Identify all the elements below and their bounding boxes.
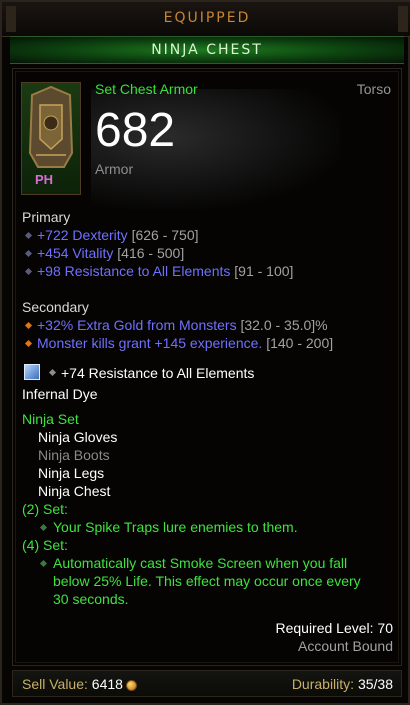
item-name: NINJA CHEST <box>151 42 263 58</box>
sell-value-label: Sell Value: <box>22 676 88 692</box>
durability: Durability: 35/38 <box>292 676 393 692</box>
set-bonus-text: 30 seconds. <box>53 591 129 607</box>
set-piece: Ninja Gloves <box>38 429 118 445</box>
set-bonus-label: (4) Set: <box>22 537 68 553</box>
secondary-stat: +32% Extra Gold from Monsters [32.0 - 35… <box>37 317 328 333</box>
stat-range: [416 - 500] <box>117 245 185 261</box>
socket-stat: +74 Resistance to All Elements <box>61 365 255 381</box>
secondary-stat: Monster kills grant +145 experience. [14… <box>37 335 333 351</box>
sell-value: Sell Value: 6418 <box>22 676 137 692</box>
set-piece: Ninja Chest <box>38 483 111 499</box>
portrait-badge: PH <box>35 172 54 187</box>
dye-name: Infernal Dye <box>22 386 98 402</box>
set-piece: Ninja Legs <box>38 465 105 481</box>
armor-label: Armor <box>95 161 134 177</box>
set-bonus-text: below 25% Life. This effect may occur on… <box>53 573 361 589</box>
stat-text: +98 Resistance to All Elements <box>37 263 231 279</box>
set-piece-missing: Ninja Boots <box>38 447 110 463</box>
armor-value: 682 <box>95 104 176 157</box>
item-slot: Torso <box>356 81 391 97</box>
stat-range: [91 - 100] <box>234 263 294 279</box>
set-name: Ninja Set <box>22 411 79 427</box>
equipped-label: EQUIPPED <box>163 10 251 26</box>
primary-stat: +722 Dexterity [626 - 750] <box>37 227 199 243</box>
set-bonus-text: Automatically cast Smoke Screen when you… <box>53 555 348 571</box>
equipped-header: EQUIPPED <box>2 2 410 37</box>
durability-label: Durability: <box>291 676 355 692</box>
set-bonus-text: Your Spike Traps lure enemies to them. <box>53 519 298 535</box>
primary-stat: +98 Resistance to All Elements [91 - 100… <box>37 263 293 279</box>
stat-text: +722 Dexterity <box>37 227 128 243</box>
stat-text: +454 Vitality <box>37 245 114 261</box>
stat-text: +32% Extra Gold from Monsters <box>37 317 237 333</box>
durability-value: 35/38 <box>357 676 393 692</box>
account-bound: Account Bound <box>298 638 393 654</box>
required-level: Required Level: 70 <box>275 620 393 636</box>
stat-range: [32.0 - 35.0]% <box>240 317 328 333</box>
stat-range: [626 - 750] <box>131 227 199 243</box>
stat-text: Monster kills grant +145 experience. <box>37 335 263 351</box>
tooltip-body: PH Set Chest Armor Torso 682 Armor Prima… <box>12 68 402 666</box>
set-bonus-label: (2) Set: <box>22 501 68 517</box>
gem-icon <box>24 364 40 380</box>
sell-value-amount: 6418 <box>91 676 123 692</box>
stat-range: [140 - 200] <box>266 335 334 351</box>
secondary-heading: Secondary <box>22 299 89 315</box>
tooltip-footer: Sell Value: 6418 Durability: 35/38 <box>12 670 402 697</box>
primary-heading: Primary <box>22 209 71 225</box>
item-tooltip: EQUIPPED NINJA CHEST PH Set Chest Armor … <box>0 0 410 705</box>
primary-stat: +454 Vitality [416 - 500] <box>37 245 184 261</box>
item-name-banner: NINJA CHEST <box>10 36 404 64</box>
gold-coin-icon <box>125 679 137 691</box>
item-type: Set Chest Armor <box>95 81 198 97</box>
item-portrait: PH <box>21 82 81 195</box>
